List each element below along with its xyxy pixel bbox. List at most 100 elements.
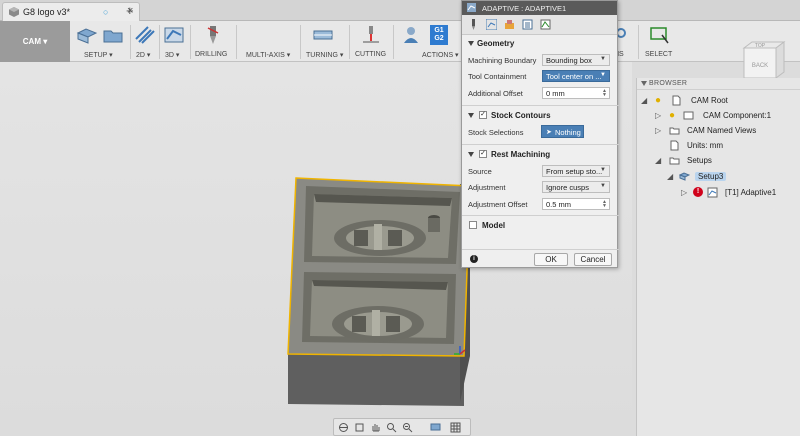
expanded-icon[interactable]: ◢ bbox=[641, 96, 647, 105]
grid-settings-icon[interactable] bbox=[450, 422, 461, 433]
workspace-switcher[interactable]: CAM ▾ bbox=[0, 21, 70, 62]
tree-item-named-views[interactable]: ▷ CAM Named Views bbox=[637, 123, 800, 138]
tree-item-setups[interactable]: ◢ Setups bbox=[637, 153, 800, 168]
divider bbox=[462, 144, 619, 145]
setup-group[interactable]: SETUP ▾ bbox=[74, 21, 130, 62]
tree-item-setup3[interactable]: ◢ Setup3 bbox=[637, 169, 800, 184]
lightbulb-icon[interactable]: ● bbox=[655, 95, 666, 106]
selection-value: Nothing bbox=[555, 128, 581, 137]
select-value: From setup sto... bbox=[546, 167, 603, 176]
logo-emboss-upper bbox=[334, 220, 426, 256]
viewcube-back-label: BACK bbox=[752, 63, 768, 69]
dialog-footer: i OK Cancel bbox=[462, 249, 619, 269]
collapse-icon[interactable] bbox=[468, 113, 474, 118]
collapsed-icon[interactable]: ▷ bbox=[655, 126, 661, 135]
adjustment-offset-input[interactable]: 0.5 mm ▲ ▼ bbox=[542, 198, 610, 210]
look-at-icon[interactable] bbox=[354, 422, 365, 433]
tool-tab-icon[interactable] bbox=[468, 19, 479, 30]
stepper-icon[interactable]: ▲ ▼ bbox=[602, 89, 607, 98]
info-icon[interactable]: i bbox=[470, 255, 478, 263]
zoom-icon[interactable] bbox=[386, 422, 397, 433]
folder-icon bbox=[103, 30, 123, 43]
3d-label: 3D ▾ bbox=[165, 52, 180, 59]
select-group[interactable]: SELECT bbox=[640, 21, 674, 62]
dropdown-arrow-icon: ▼ bbox=[600, 56, 606, 62]
setups-folder-icon bbox=[669, 157, 680, 165]
browser-header[interactable]: BROWSER bbox=[637, 78, 800, 90]
tree-label: Setups bbox=[687, 156, 712, 165]
setup-icon bbox=[76, 28, 98, 44]
section-title: Stock Contours bbox=[491, 111, 551, 120]
drill-icon bbox=[207, 26, 219, 44]
drilling-group[interactable]: DRILLING bbox=[192, 21, 234, 62]
dialog-title-bar[interactable]: ADAPTIVE : ADAPTIVE1 bbox=[462, 1, 617, 15]
tree-item-cam-component[interactable]: ▷ ● CAM Component:1 bbox=[637, 108, 800, 123]
document-title: G8 logo v3* bbox=[23, 7, 71, 17]
separator bbox=[300, 25, 301, 59]
rest-machining-checkbox[interactable]: ✓ bbox=[479, 150, 487, 158]
adjustment-select[interactable]: Ignore cusps ▼ bbox=[542, 181, 610, 193]
dropdown-arrow-icon: ▼ bbox=[600, 72, 606, 78]
tree-item-adaptive1[interactable]: ▷ ! [T1] Adaptive1 bbox=[637, 185, 800, 200]
separator bbox=[393, 25, 394, 59]
stock-selections-button[interactable]: ➤ Nothing bbox=[541, 125, 584, 138]
orbit-icon[interactable] bbox=[338, 422, 349, 433]
actions-group[interactable]: G1 G2 ACTIONS ▾ bbox=[398, 21, 460, 62]
toolbar: CAM ▾ SETUP ▾ 2D ▾ 3D ▾ DRILLING MULTI-A… bbox=[0, 21, 800, 62]
view-cube[interactable]: TOP BACK bbox=[740, 40, 786, 80]
document-tab[interactable]: G8 logo v3* ○ × bbox=[2, 2, 140, 21]
select-value: Ignore cusps bbox=[546, 183, 589, 192]
source-select[interactable]: From setup sto... ▼ bbox=[542, 165, 610, 177]
dropdown-arrow-icon: ▼ bbox=[600, 183, 606, 189]
collapse-icon[interactable] bbox=[468, 152, 474, 157]
display-settings-icon[interactable] bbox=[430, 422, 441, 433]
tree-label: [T1] Adaptive1 bbox=[725, 188, 777, 197]
fit-icon[interactable] bbox=[402, 422, 413, 433]
3d-group[interactable]: 3D ▾ bbox=[161, 21, 189, 62]
tree-label: Setup3 bbox=[695, 172, 727, 181]
stock-contours-checkbox[interactable]: ✓ bbox=[479, 111, 487, 119]
tool-containment-select[interactable]: Tool center on ... ▼ bbox=[542, 70, 610, 82]
adaptive-dialog: ADAPTIVE : ADAPTIVE1 Geometry Machining … bbox=[461, 0, 619, 269]
toolpath-icon bbox=[707, 187, 718, 198]
machining-boundary-select[interactable]: Bounding box ▼ bbox=[542, 54, 610, 66]
turning-group[interactable]: TURNING ▾ bbox=[302, 21, 348, 62]
browser-panel: BROWSER ◢ ● CAM Root ▷ ● CAM Component:1… bbox=[636, 78, 800, 436]
expanded-icon[interactable]: ◢ bbox=[667, 172, 673, 181]
stock-selections-label: Stock Selections bbox=[468, 128, 524, 137]
ok-button[interactable]: OK bbox=[534, 253, 568, 266]
pan-icon[interactable] bbox=[370, 422, 381, 433]
error-icon: ! bbox=[693, 187, 703, 197]
linking-tab-icon[interactable] bbox=[540, 19, 551, 30]
model-checkbox[interactable] bbox=[469, 221, 477, 229]
expanded-icon[interactable]: ◢ bbox=[655, 156, 661, 165]
operation-icon bbox=[467, 3, 476, 12]
stepper-icon[interactable]: ▲ ▼ bbox=[602, 200, 607, 209]
2d-group[interactable]: 2D ▾ bbox=[132, 21, 160, 62]
document-icon bbox=[672, 95, 681, 106]
cancel-button[interactable]: Cancel bbox=[574, 253, 612, 266]
passes-tab-icon[interactable] bbox=[522, 19, 533, 30]
cutting-label: CUTTING bbox=[355, 51, 387, 58]
setup-label: SETUP ▾ bbox=[84, 52, 113, 59]
multi-axis-group[interactable]: MULTI-AXIS ▾ bbox=[240, 21, 298, 62]
machined-part-model[interactable] bbox=[284, 176, 474, 410]
collapsed-icon[interactable]: ▷ bbox=[681, 188, 687, 197]
new-tab-button[interactable]: + bbox=[126, 3, 134, 18]
units-doc-icon bbox=[670, 140, 679, 151]
collapse-icon[interactable] bbox=[468, 41, 474, 46]
lightbulb-icon[interactable]: ● bbox=[669, 110, 680, 121]
cutting-group[interactable]: CUTTING bbox=[351, 21, 391, 62]
heights-tab-icon[interactable] bbox=[504, 19, 515, 30]
collapse-icon[interactable] bbox=[641, 81, 647, 86]
additional-offset-input[interactable]: 0 mm ▲ ▼ bbox=[542, 87, 610, 99]
tree-label: CAM Component:1 bbox=[703, 111, 772, 120]
geometry-tab-icon[interactable] bbox=[486, 19, 497, 30]
separator bbox=[159, 25, 160, 59]
collapsed-icon[interactable]: ▷ bbox=[655, 111, 661, 120]
tree-item-units[interactable]: Units: mm bbox=[637, 138, 800, 153]
separator bbox=[349, 25, 350, 59]
source-label: Source bbox=[468, 167, 492, 176]
section-title: Geometry bbox=[477, 39, 515, 48]
tree-item-cam-root[interactable]: ◢ ● CAM Root bbox=[637, 93, 800, 108]
